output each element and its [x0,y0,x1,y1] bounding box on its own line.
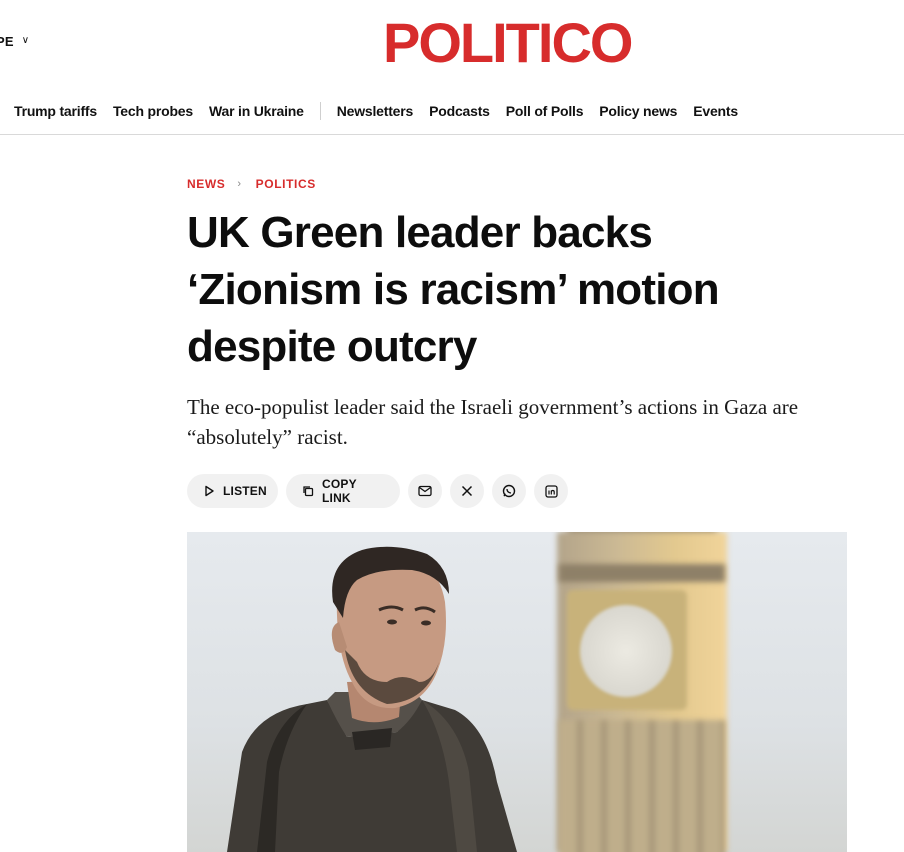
clock-face [580,605,672,697]
tower-lower [559,720,725,852]
whatsapp-icon [502,484,516,498]
copy-link-button[interactable]: COPY LINK [286,474,400,508]
nav-item-trump-tariffs[interactable]: Trump tariffs [14,103,97,119]
share-email-button[interactable] [408,474,442,508]
breadcrumb-politics[interactable]: POLITICS [256,177,316,191]
nav-item-events[interactable]: Events [693,103,738,119]
hero-image [187,532,847,852]
breadcrumb-news[interactable]: NEWS [187,177,225,191]
chevron-right-icon: › [237,178,242,190]
nav-item-policy-news[interactable]: Policy news [599,103,677,119]
listen-button[interactable]: LISTEN [187,474,278,508]
linkedin-icon [544,484,558,498]
edition-label: PE [0,34,14,49]
nav-item-podcasts[interactable]: Podcasts [429,103,490,119]
share-linkedin-button[interactable] [534,474,568,508]
edition-selector[interactable]: PE ∨ [0,34,29,49]
nav-item-tech-probes[interactable]: Tech probes [113,103,193,119]
article-dek: The eco-populist leader said the Israeli… [187,395,799,449]
main-nav: Trump tariffs Tech probes War in Ukraine… [0,101,754,121]
copy-icon [302,485,314,497]
nav-item-poll-of-polls[interactable]: Poll of Polls [506,103,584,119]
play-icon [203,485,215,497]
email-icon [418,485,432,497]
nav-item-newsletters[interactable]: Newsletters [337,103,414,119]
breadcrumb: NEWS › POLITICS [187,177,316,191]
x-icon [461,485,473,497]
header-divider [0,134,904,135]
article-headline: UK Green leader backs ‘Zionism is racism… [187,208,720,371]
person-portrait [227,546,517,852]
chevron-down-icon: ∨ [21,35,30,46]
share-whatsapp-button[interactable] [492,474,526,508]
listen-label: LISTEN [223,484,267,498]
nav-item-war-in-ukraine[interactable]: War in Ukraine [209,103,304,119]
politico-logo[interactable]: POLITICO [383,12,633,74]
nav-divider [319,102,321,120]
copy-link-label: COPY LINK [322,477,357,505]
tower-band [559,564,725,582]
share-x-button[interactable] [450,474,484,508]
share-bar: LISTEN COPY LINK [187,474,568,508]
